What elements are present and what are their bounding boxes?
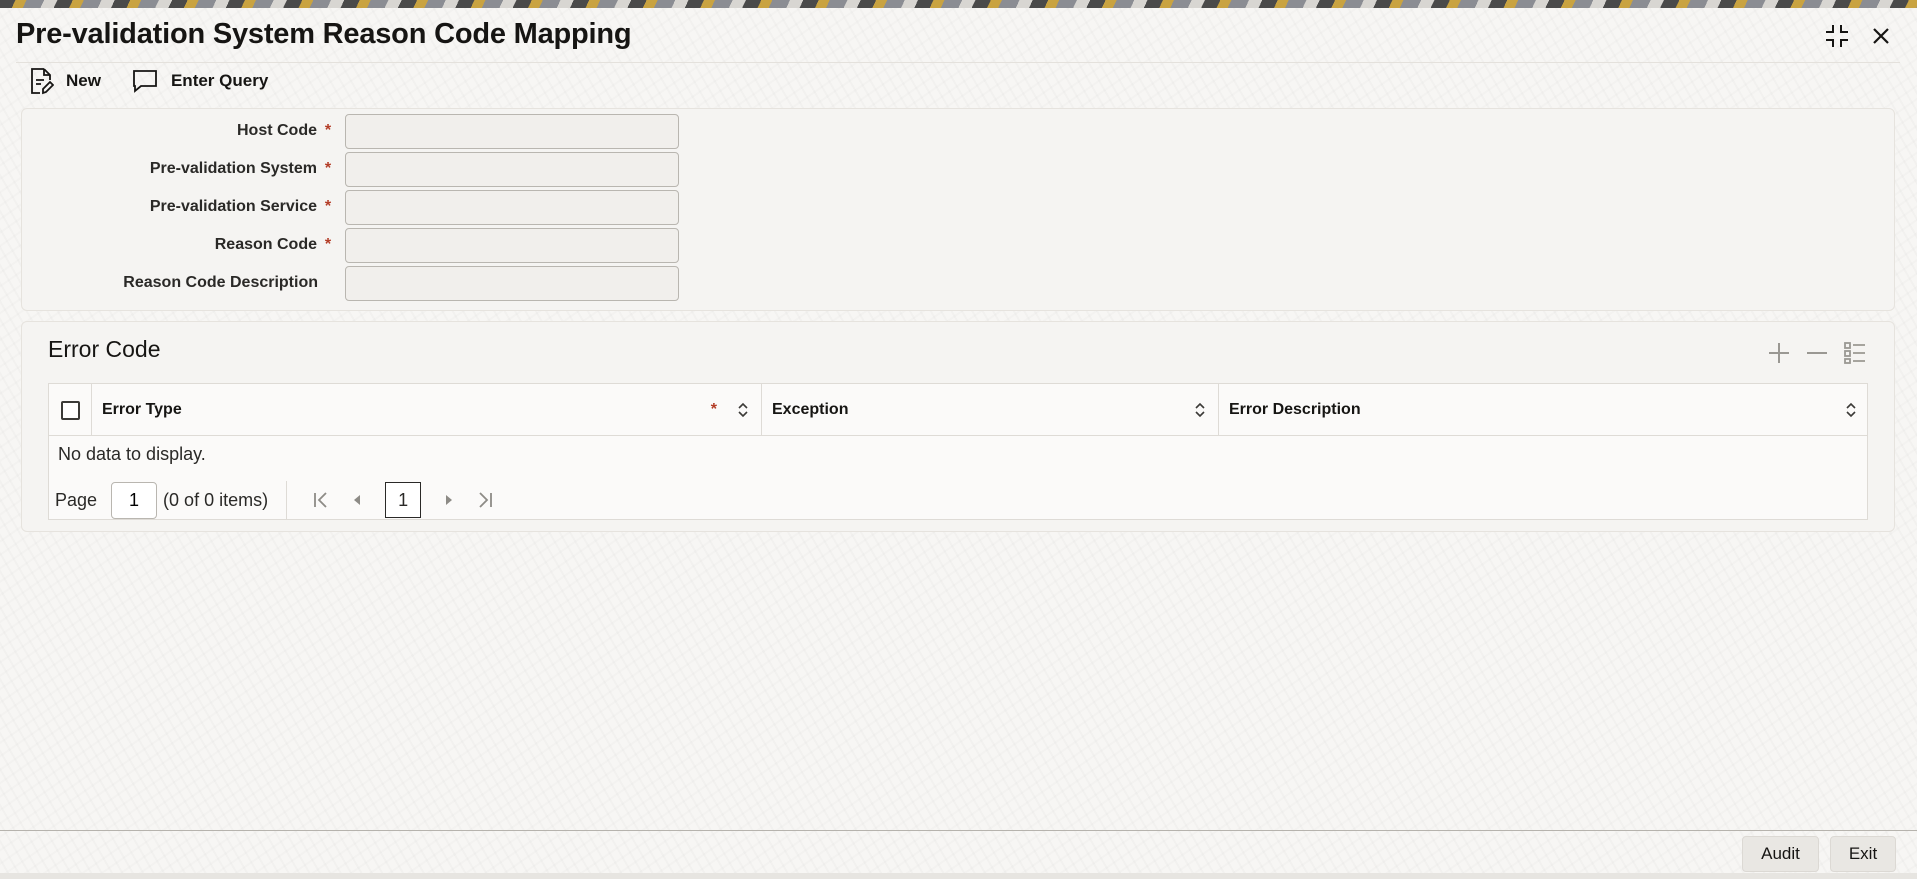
empty-table-message: No data to display. [58, 444, 206, 464]
column-error-description-label: Error Description [1229, 401, 1361, 418]
select-all-checkbox[interactable] [61, 401, 80, 420]
column-exception-label: Exception [772, 401, 849, 418]
required-marker: * [710, 401, 717, 418]
required-marker: * [324, 198, 332, 215]
column-error-description[interactable]: Error Description [1219, 384, 1869, 436]
page-title: Pre-validation System Reason Code Mappin… [16, 18, 632, 50]
footer-divider [0, 830, 1917, 831]
error-code-panel: Error Code Error Type * Exception Error … [21, 321, 1895, 532]
pre-validation-system-input[interactable] [345, 151, 679, 187]
close-icon[interactable] [1867, 22, 1895, 50]
select-all-cell [49, 384, 92, 436]
field-reason-code: Reason Code * [22, 227, 679, 263]
list-icon[interactable] [1842, 340, 1868, 366]
exit-button[interactable]: Exit [1830, 836, 1896, 872]
grid-actions [1766, 340, 1868, 366]
reason-code-description-input[interactable] [345, 265, 679, 301]
required-marker: * [324, 236, 332, 253]
table-header: Error Type * Exception Error Description [49, 384, 1867, 436]
host-code-input[interactable] [345, 113, 679, 149]
reason-code-label: Reason Code [214, 236, 317, 253]
column-error-type-label: Error Type [102, 401, 182, 418]
next-page-icon[interactable] [436, 487, 462, 513]
enter-query-button-label: Enter Query [170, 71, 269, 90]
current-page-button[interactable]: 1 [385, 482, 422, 518]
field-pre-validation-service: Pre-validation Service * [22, 189, 679, 225]
sort-icon[interactable] [1194, 402, 1206, 418]
page-label: Page [55, 489, 98, 510]
minus-icon[interactable] [1804, 340, 1830, 366]
pager-divider [286, 481, 288, 519]
pre-validation-service-label: Pre-validation Service [149, 198, 317, 215]
collapse-icon[interactable] [1823, 22, 1851, 50]
bottom-edge [0, 873, 1917, 879]
previous-page-icon[interactable] [344, 487, 370, 513]
error-code-table: Error Type * Exception Error Description… [48, 383, 1868, 520]
sort-icon[interactable] [737, 402, 749, 418]
footer-actions: Audit Exit [1742, 836, 1896, 872]
toolbar: New Enter Query [28, 66, 268, 96]
last-page-icon[interactable] [472, 487, 498, 513]
page-number-input[interactable] [111, 481, 158, 519]
required-marker: * [324, 160, 332, 177]
window-controls [1823, 22, 1895, 50]
new-button-label: New [66, 71, 101, 90]
required-marker: * [324, 122, 332, 139]
audit-button[interactable]: Audit [1742, 836, 1819, 872]
pagination: Page (0 of 0 items) 1 [55, 481, 503, 519]
items-count: (0 of 0 items) [163, 489, 269, 510]
column-error-type[interactable]: Error Type * [92, 384, 762, 436]
enter-query-button[interactable]: Enter Query [131, 66, 268, 96]
pre-validation-system-label: Pre-validation System [149, 160, 317, 177]
sort-icon[interactable] [1845, 402, 1857, 418]
chat-bubble-icon [133, 70, 157, 93]
plus-icon[interactable] [1766, 340, 1792, 366]
reason-code-input[interactable] [345, 227, 679, 263]
new-button[interactable]: New [28, 66, 101, 96]
decorative-banner [0, 0, 1917, 8]
column-exception[interactable]: Exception [762, 384, 1219, 436]
header-form-panel: Host Code * Pre-validation System * Pre-… [21, 108, 1895, 311]
error-code-title: Error Code [48, 336, 161, 362]
first-page-icon[interactable] [308, 487, 334, 513]
title-divider [16, 62, 1900, 63]
host-code-label: Host Code [237, 122, 317, 139]
field-reason-code-description: Reason Code Description [22, 265, 679, 301]
pre-validation-service-input[interactable] [345, 189, 679, 225]
new-document-icon [31, 68, 54, 95]
reason-code-description-label: Reason Code Description [123, 274, 318, 291]
field-pre-validation-system: Pre-validation System * [22, 151, 679, 187]
field-host-code: Host Code * [22, 113, 679, 149]
